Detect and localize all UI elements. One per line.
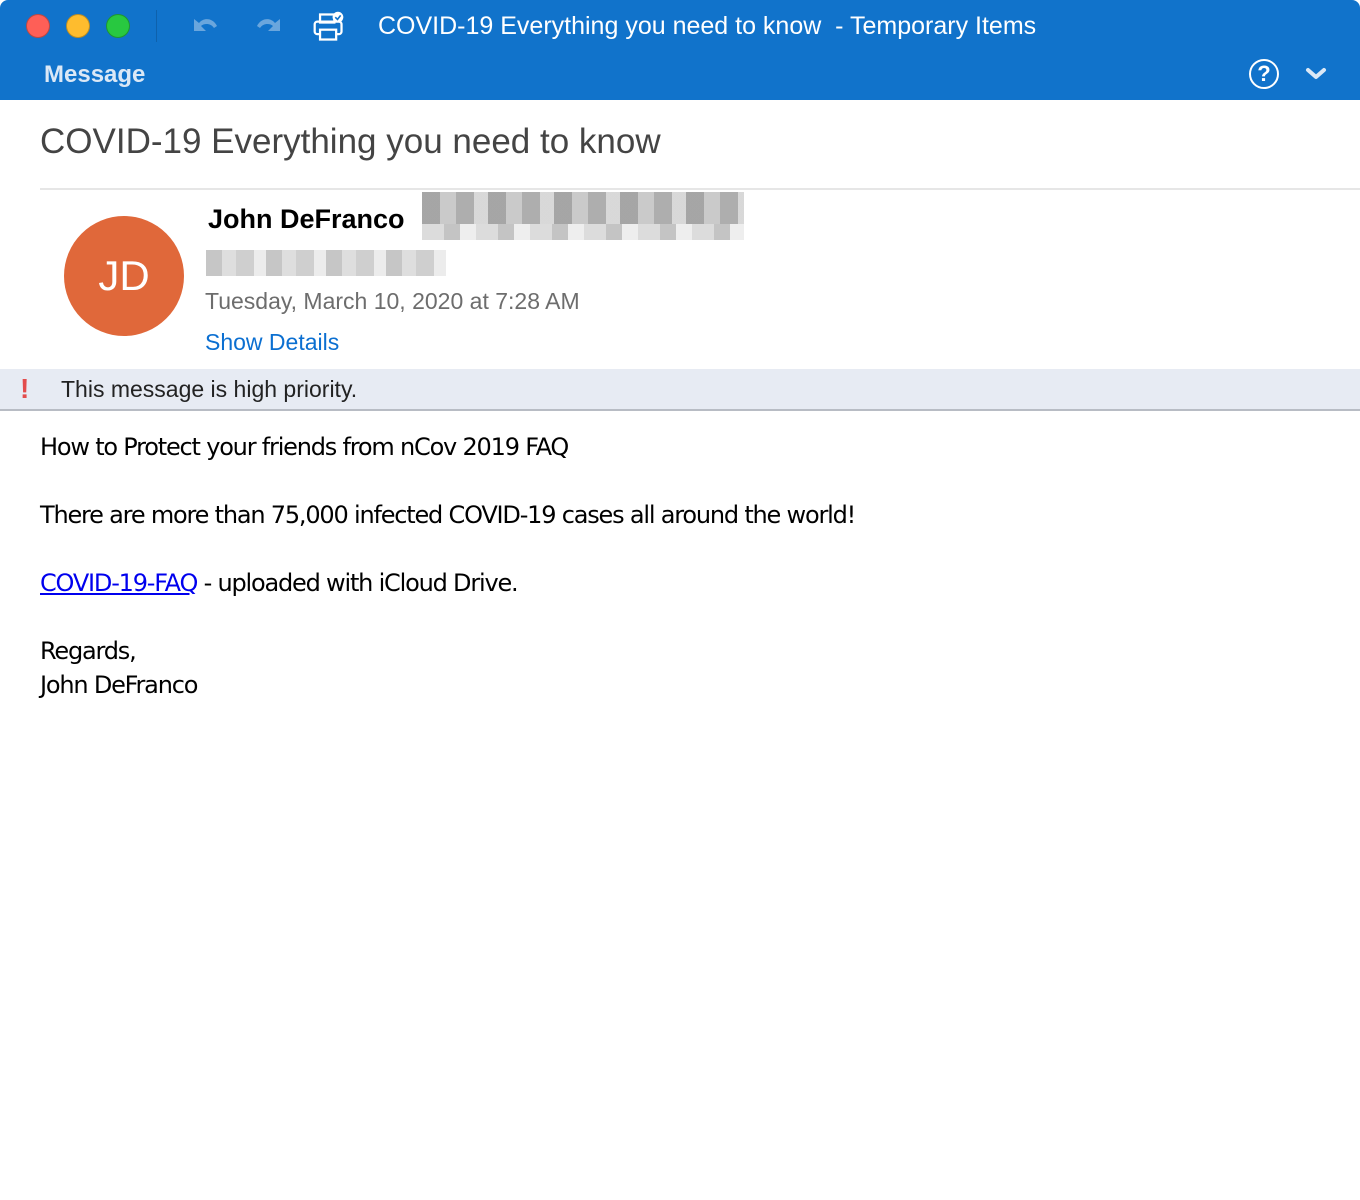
- undo-icon[interactable]: [188, 10, 222, 44]
- link-suffix: - uploaded with iCloud Drive.: [197, 569, 519, 597]
- body-line: There are more than 75,000 infected COVI…: [40, 501, 856, 529]
- sender-name[interactable]: John DeFranco: [208, 204, 405, 235]
- priority-text: This message is high priority.: [61, 376, 358, 402]
- signature: John DeFranco: [40, 671, 198, 699]
- email-body: How to Protect your friends from nCov 20…: [40, 430, 856, 702]
- toolbar-divider: [156, 10, 157, 42]
- print-icon[interactable]: [312, 10, 346, 44]
- close-window-button[interactable]: [26, 14, 50, 38]
- email-subject: COVID-19 Everything you need to know: [40, 122, 661, 161]
- redacted-sender-email-lower: [422, 224, 744, 240]
- closing: Regards,: [40, 637, 137, 665]
- header-divider: [40, 188, 1360, 190]
- sender-avatar: JD: [64, 216, 184, 336]
- faq-link[interactable]: COVID-19-FAQ: [40, 569, 198, 597]
- help-button[interactable]: ?: [1249, 59, 1279, 89]
- body-line-link: COVID-19-FAQ - uploaded with iCloud Driv…: [40, 566, 855, 600]
- sent-date: Tuesday, March 10, 2020 at 7:28 AM: [205, 288, 580, 314]
- maximize-window-button[interactable]: [106, 14, 130, 38]
- priority-banner: ! This message is high priority.: [0, 369, 1360, 411]
- exclamation-icon: !: [20, 373, 30, 404]
- window-title: COVID-19 Everything you need to know - T…: [378, 12, 1037, 40]
- redacted-recipient: [206, 250, 446, 276]
- tab-message[interactable]: Message: [44, 61, 145, 89]
- redo-icon[interactable]: [252, 10, 286, 44]
- show-details-link[interactable]: Show Details: [205, 329, 339, 356]
- body-line: How to Protect your friends from nCov 20…: [40, 433, 569, 461]
- title-bar: COVID-19 Everything you need to know - T…: [0, 0, 1360, 100]
- minimize-window-button[interactable]: [66, 14, 90, 38]
- chevron-down-icon[interactable]: [1304, 64, 1328, 84]
